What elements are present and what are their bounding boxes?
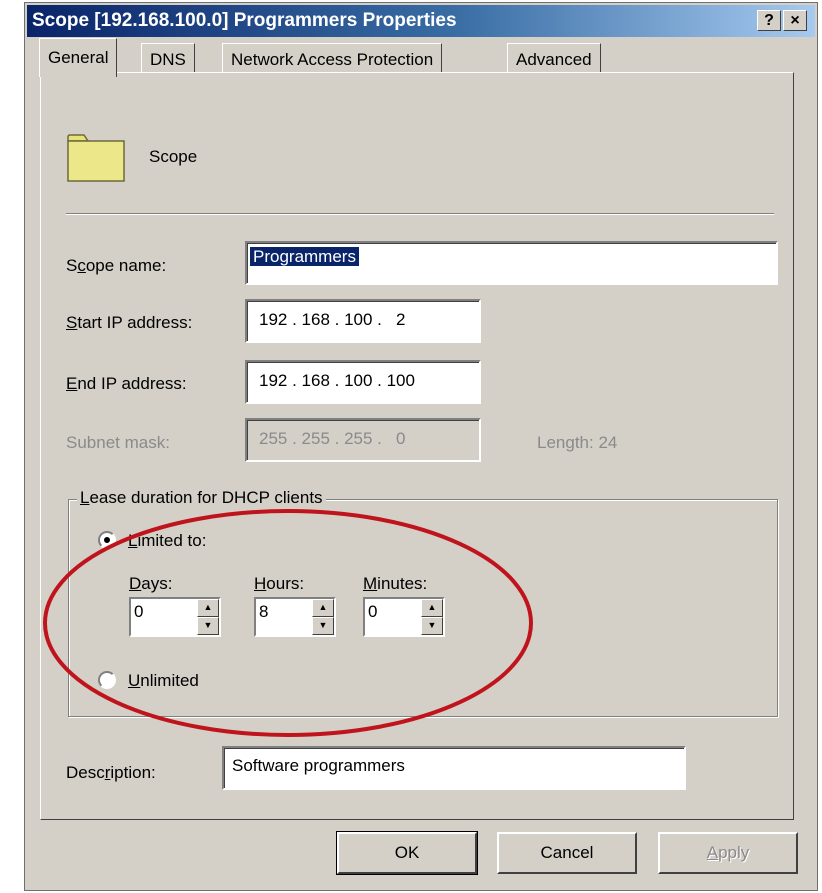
days-label: Days: xyxy=(129,574,173,593)
hours-value: 8 xyxy=(259,602,269,621)
apply-button[interactable]: Apply xyxy=(658,832,798,874)
scope-name-input[interactable]: Programmers xyxy=(245,241,778,285)
tab-general-label: General xyxy=(48,48,109,67)
scope-name-label: Scope name: xyxy=(66,256,167,275)
length-value: 24 xyxy=(598,433,618,452)
limited-radio[interactable] xyxy=(98,531,116,549)
unlimited-radio[interactable] xyxy=(98,671,116,689)
description-input[interactable]: Software programmers xyxy=(222,746,686,790)
cancel-button[interactable]: Cancel xyxy=(497,832,637,874)
scope-name-value: Programmers xyxy=(250,247,359,266)
tab-general[interactable]: General xyxy=(39,38,118,77)
lease-duration-legend: Lease duration for DHCP clients xyxy=(77,488,326,508)
tab-nap-label: Network Access Protection xyxy=(231,50,434,69)
end-ip-label: End IP address: xyxy=(66,374,187,393)
help-button[interactable]: ? xyxy=(757,10,781,31)
header-divider xyxy=(66,213,774,215)
ok-button[interactable]: OK xyxy=(336,831,478,875)
minutes-up-arrow-icon[interactable]: ▲ xyxy=(421,599,443,617)
minutes-value: 0 xyxy=(368,602,378,621)
scope-caption: Scope xyxy=(149,147,198,166)
minutes-label: Minutes: xyxy=(363,574,428,593)
title-bar[interactable]: Scope [192.168.100.0] Programmers Proper… xyxy=(27,5,815,37)
start-ip-label: Start IP address: xyxy=(66,313,193,332)
length-label: Length: 24 xyxy=(537,433,618,452)
tab-dns-label: DNS xyxy=(150,50,186,69)
tab-advanced-label: Advanced xyxy=(516,50,592,69)
hours-label: Hours: xyxy=(254,574,305,593)
minutes-down-arrow-icon[interactable]: ▼ xyxy=(421,617,443,635)
folder-icon xyxy=(67,134,125,182)
days-spinbox[interactable]: 0 ▲ ▼ xyxy=(129,597,221,637)
end-ip-input[interactable]: 192 . 168 . 100 . 100 xyxy=(245,360,481,404)
days-value: 0 xyxy=(134,602,144,621)
days-up-arrow-icon[interactable]: ▲ xyxy=(197,599,219,617)
subnet-mask-input: 255 . 255 . 255 . 0 xyxy=(245,418,481,462)
minutes-spinbox[interactable]: 0 ▲ ▼ xyxy=(363,597,445,637)
window-title: Scope [192.168.100.0] Programmers Proper… xyxy=(32,10,457,31)
hours-up-arrow-icon[interactable]: ▲ xyxy=(312,599,334,617)
limited-radio-dot xyxy=(104,537,110,543)
description-label: Description: xyxy=(66,763,156,782)
limited-label[interactable]: Limited to: xyxy=(128,531,206,551)
close-button[interactable]: × xyxy=(783,10,807,31)
unlimited-label[interactable]: Unlimited xyxy=(128,671,199,691)
days-down-arrow-icon[interactable]: ▼ xyxy=(197,617,219,635)
start-ip-input[interactable]: 192 . 168 . 100 . 2 xyxy=(245,299,481,343)
hours-down-arrow-icon[interactable]: ▼ xyxy=(312,617,334,635)
hours-spinbox[interactable]: 8 ▲ ▼ xyxy=(254,597,336,637)
subnet-mask-label: Subnet mask: xyxy=(66,433,170,452)
